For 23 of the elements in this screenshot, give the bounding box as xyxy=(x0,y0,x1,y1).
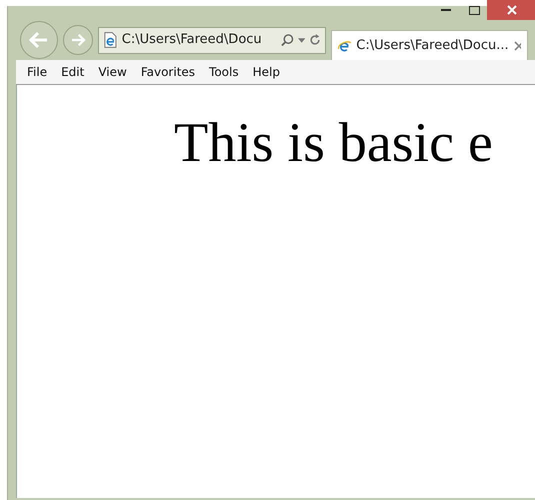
maximize-icon xyxy=(468,6,480,14)
right-arrow-icon xyxy=(69,31,87,49)
menu-item[interactable]: Edit xyxy=(54,63,92,81)
close-icon xyxy=(506,5,516,15)
close-icon[interactable] xyxy=(514,40,521,50)
refresh-icon[interactable] xyxy=(309,33,322,47)
page-heading: This is basic e xyxy=(174,113,494,175)
close-button[interactable] xyxy=(487,0,535,20)
menu-item[interactable]: Favorites xyxy=(134,63,202,81)
menu-item[interactable]: View xyxy=(91,63,134,81)
browser-tab[interactable]: C:\Users\Fareed\Docu... xyxy=(331,30,528,60)
forward-button[interactable] xyxy=(63,25,93,55)
document-icon xyxy=(103,31,118,49)
address-field[interactable]: C:\Users\Fareed\Docu xyxy=(122,30,277,50)
search-icon[interactable] xyxy=(280,33,294,47)
menu-item[interactable]: Help xyxy=(246,63,287,81)
minimize-icon xyxy=(441,9,451,11)
dropdown-caret-icon[interactable] xyxy=(298,38,306,42)
menu-item[interactable]: File xyxy=(20,63,54,81)
back-button[interactable] xyxy=(20,21,58,59)
address-bar[interactable]: C:\Users\Fareed\Docu xyxy=(98,26,326,54)
menu-item[interactable]: Tools xyxy=(202,63,246,81)
tab-title: C:\Users\Fareed\Docu... xyxy=(356,36,509,55)
